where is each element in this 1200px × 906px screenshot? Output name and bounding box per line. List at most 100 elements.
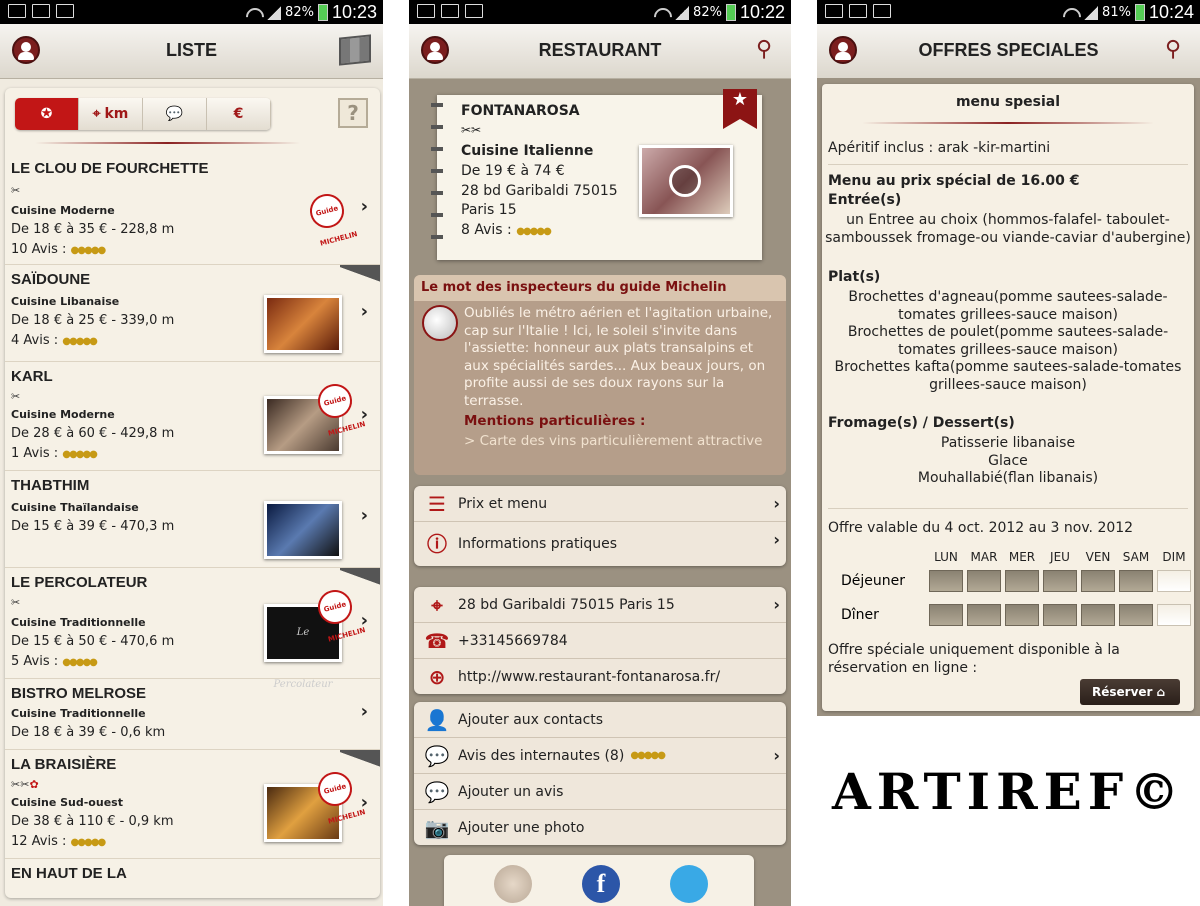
email-icon[interactable] [494, 865, 532, 903]
forks-icon: ✂ [11, 184, 21, 197]
divider [862, 122, 1154, 124]
speech-bubble-icon: 💬 [424, 743, 450, 768]
location-pin-icon: ⌖ [431, 592, 443, 617]
plat-line: tomates grillees-sauce maison) [898, 341, 1118, 358]
entree-line: un Entree au choix (hommos-falafel- tabo… [846, 212, 1170, 228]
share-bar: f [444, 855, 754, 906]
page-title: RESTAURANT [538, 40, 662, 60]
divider [828, 164, 1188, 165]
zoom-icon[interactable] [669, 165, 701, 197]
search-icon[interactable]: ⚲ [749, 36, 779, 64]
signal-icon [1084, 5, 1099, 20]
restaurant-photo [264, 295, 342, 353]
list-item[interactable]: LA BRAISIÈRE ✂✂✿ Cuisine Sud-ouest De 38… [5, 750, 380, 859]
filter-reviews-button[interactable]: 💬 [143, 98, 207, 130]
list-item[interactable]: BISTRO MELROSE Cuisine Traditionnelle De… [5, 679, 380, 750]
price-distance: De 15 € à 50 € - 470,6 m [11, 634, 175, 649]
cuisine-type: Cuisine Traditionnelle [11, 707, 146, 720]
day-header: VEN [1085, 550, 1111, 564]
signal-icon [267, 5, 282, 20]
list-item[interactable]: LE CLOU DE FOURCHETTE ✂ Cuisine Moderne … [5, 154, 380, 265]
facebook-icon[interactable]: f [582, 865, 620, 903]
day-header: DIM [1162, 550, 1186, 564]
row-label: Ajouter une photo [458, 819, 585, 836]
schedule-cell [1005, 604, 1039, 626]
map-icon[interactable] [339, 34, 371, 66]
battery-percent: 82% [693, 5, 722, 20]
filter-price-button[interactable]: € [207, 98, 271, 130]
plat-line: Brochettes kafta(pomme sautees-salade-to… [834, 359, 1182, 375]
informations-row[interactable]: ⓘ Informations pratiques › [414, 522, 786, 566]
forks-glyphs: ✂✂ [11, 778, 30, 791]
mail-icon [465, 4, 483, 18]
schedule-cell [1157, 604, 1191, 626]
inspector-review: Le mot des inspecteurs du guide Michelin… [414, 275, 786, 475]
help-button[interactable]: ? [338, 98, 368, 128]
address-row[interactable]: ⌖ 28 bd Garibaldi 75015 Paris 15 › [414, 587, 786, 623]
price-distance: De 28 € à 60 € - 429,8 m [11, 426, 175, 441]
schedule-cell [967, 604, 1001, 626]
add-review-icon: 💬 [424, 779, 450, 804]
screen-liste: 82% 10:23 LISTE ✪ ⌖ km 💬 € ? LE CLOU DE F… [0, 0, 383, 906]
add-photo-row[interactable]: 📷 Ajouter une photo [414, 810, 786, 845]
plats-title: Plat(s) [828, 269, 881, 285]
schedule-cell [1081, 570, 1115, 592]
list-item[interactable]: SAÏDOUNE Cuisine Libanaise De 18 € à 25 … [5, 265, 380, 362]
bibendum-icon [422, 305, 458, 341]
list-item[interactable]: EN HAUT DE LA [5, 859, 380, 898]
wifi-icon [245, 6, 263, 20]
filter-michelin-button[interactable]: ✪ [15, 98, 79, 130]
add-contact-row[interactable]: 👤 Ajouter aux contacts [414, 702, 786, 738]
euro-icon: € [233, 106, 244, 122]
chevron-right-icon: › [360, 404, 368, 425]
phone-row[interactable]: ☎ +33145669784 [414, 623, 786, 659]
schedule-cell [1043, 570, 1077, 592]
rating-dots: ●●●●● [70, 245, 107, 256]
signal-icon [675, 5, 690, 20]
reserve-button[interactable]: Réserver ⌂ [1080, 679, 1180, 705]
divider [828, 508, 1188, 509]
dessert-line: Patisserie libanaise [940, 435, 1076, 451]
filter-distance-button[interactable]: ⌖ km [79, 98, 143, 130]
list-item[interactable]: LE PERCOLATEUR ✂ Cuisine Traditionnelle … [5, 568, 380, 690]
day-header: JEU [1050, 550, 1070, 564]
mail-icon [873, 4, 891, 18]
prix-menu-row[interactable]: ☰ Prix et menu › [414, 486, 786, 522]
twitter-icon[interactable] [670, 865, 708, 903]
chevron-right-icon: › [360, 792, 368, 813]
gallery-icon [8, 4, 26, 18]
wifi-icon [1062, 6, 1080, 20]
flower-icon: ✿ [29, 778, 39, 791]
website-row[interactable]: ⊕ http://www.restaurant-fontanarosa.fr/ [414, 659, 786, 694]
rating-dots: ●●●●● [516, 226, 552, 237]
user-reviews-row[interactable]: 💬 Avis des internautes (8) ●●●●● › [414, 738, 786, 774]
rating-dots: ●●●●● [62, 449, 98, 460]
restaurant-name: KARL [11, 368, 53, 385]
battery-icon [725, 4, 736, 21]
favorite-star-icon[interactable]: ★ [723, 89, 757, 129]
reviews-count: 8 Avis : [461, 222, 512, 238]
restaurant-photo [264, 501, 342, 559]
profile-icon[interactable] [829, 36, 857, 64]
price-range: De 19 € à 74 € [461, 163, 565, 179]
day-header: MAR [970, 550, 998, 564]
menu-icon: ☰ [428, 491, 446, 516]
filter-bar: ✪ ⌖ km 💬 € [15, 98, 271, 130]
row-label: 28 bd Garibaldi 75015 Paris 15 [458, 596, 675, 613]
search-icon[interactable]: ⚲ [1158, 36, 1188, 64]
list-item[interactable]: KARL ✂ Cuisine Moderne De 28 € à 60 € - … [5, 362, 380, 471]
add-review-row[interactable]: 💬 Ajouter un avis [414, 774, 786, 810]
restaurant-list: ✪ ⌖ km 💬 € ? LE CLOU DE FOURCHETTE ✂ Cuis… [5, 88, 380, 898]
menu-title: menu spesial [955, 94, 1061, 110]
forks-icon: ✂ [11, 390, 21, 403]
gallery-icon [417, 4, 435, 18]
restaurant-name: EN HAUT DE LA [11, 865, 127, 882]
dessert-line: Glace [988, 452, 1028, 469]
divider [35, 142, 300, 144]
inspector-header: Le mot des inspecteurs du guide Michelin [414, 275, 786, 301]
plat-line: tomates grillees-sauce maison) [898, 306, 1118, 323]
reviews-count: 12 Avis : [11, 834, 67, 849]
dessert-line: Mouhallabié(flan libanais) [917, 470, 1099, 486]
schedule-cell [1119, 604, 1153, 626]
list-item[interactable]: THABTHIM Cuisine Thaïlandaise De 15 € à … [5, 471, 380, 568]
